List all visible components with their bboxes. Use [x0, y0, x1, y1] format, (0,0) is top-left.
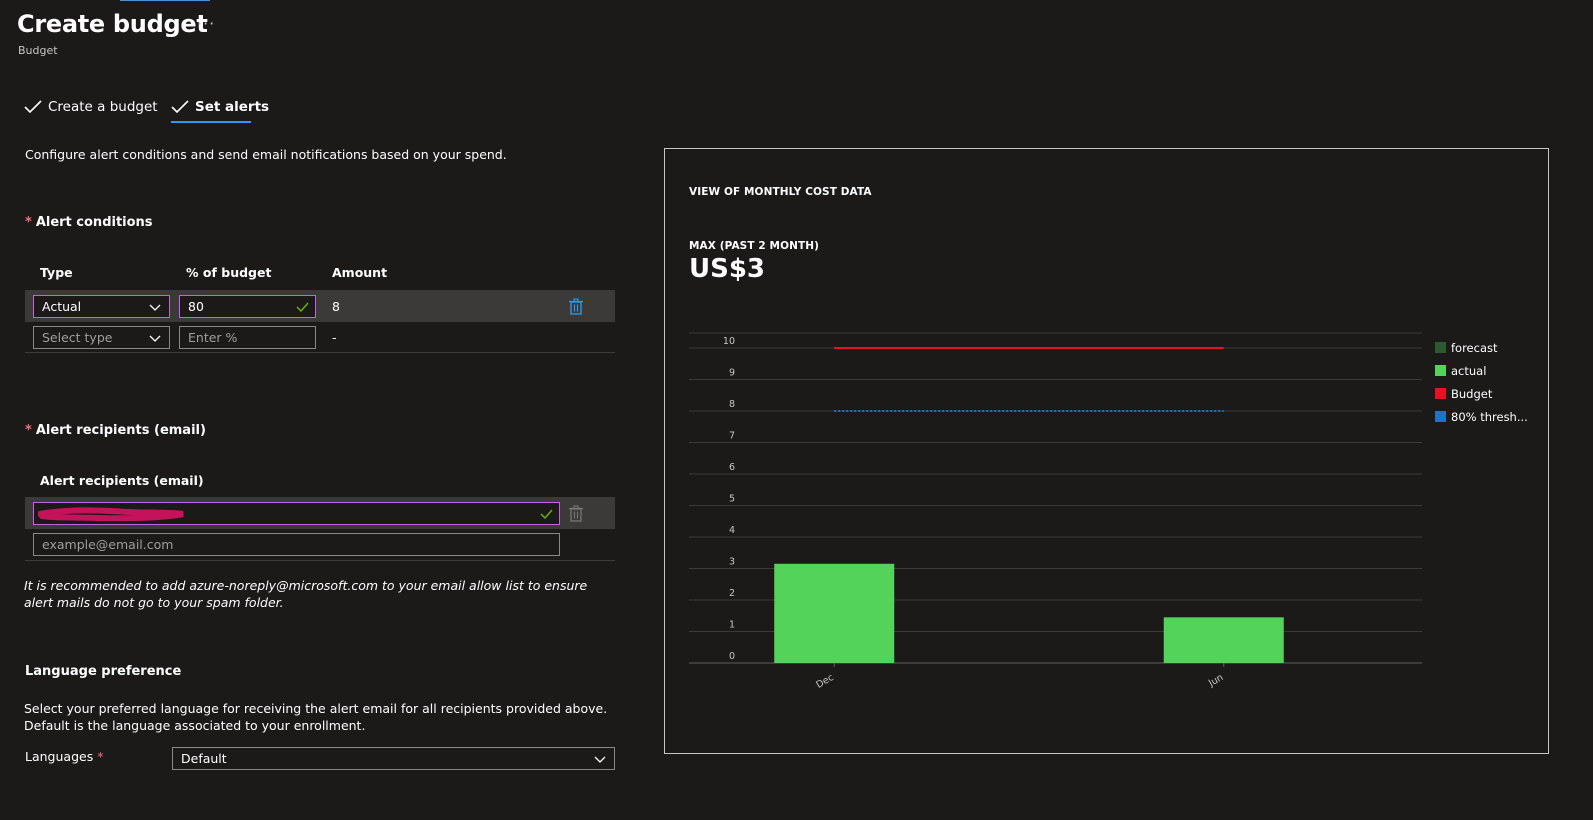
legend-label: actual — [1451, 363, 1487, 378]
input-placeholder: Enter % — [188, 330, 238, 345]
legend-swatch — [1435, 411, 1446, 422]
page-subtitle: Budget — [18, 44, 58, 57]
valid-checkmark-icon — [540, 509, 553, 519]
chart-heading: VIEW OF MONTHLY COST DATA — [689, 186, 872, 198]
select-value: Actual — [42, 299, 82, 314]
y-tick-label: 0 — [729, 651, 735, 662]
percent-of-budget-input[interactable]: 80 — [179, 295, 316, 318]
y-tick-label: 6 — [729, 462, 735, 473]
row-divider — [25, 352, 615, 353]
legend-label: Budget — [1451, 386, 1493, 401]
input-placeholder: example@email.com — [42, 537, 174, 552]
new-alert-type-select[interactable]: Select type — [33, 326, 170, 349]
y-tick-label: 9 — [729, 368, 735, 379]
more-options-button[interactable]: ··· — [197, 14, 215, 33]
required-indicator: * — [97, 749, 104, 764]
tab-label: Create a budget — [48, 99, 158, 115]
y-tick-label: 1 — [729, 620, 735, 631]
page-description: Configure alert conditions and send emai… — [25, 147, 507, 162]
checkmark-icon — [24, 100, 42, 114]
alert-recipients-heading: * Alert recipients (email) — [25, 423, 206, 438]
legend-label: forecast — [1451, 340, 1498, 355]
active-tab-indicator — [171, 121, 251, 123]
language-preference-heading: Language preference — [25, 664, 182, 679]
tab-create-a-budget[interactable]: Create a budget — [24, 96, 158, 118]
alert-type-select[interactable]: Actual — [33, 295, 170, 318]
field-label-text: Languages — [25, 749, 94, 764]
amount-value: 8 — [332, 299, 340, 314]
max-cost-value: US$3 — [689, 254, 766, 284]
legend-swatch — [1435, 388, 1446, 399]
languages-dropdown[interactable]: Default — [172, 747, 615, 770]
alert-conditions-heading: * Alert conditions — [25, 215, 153, 230]
redacted-email-scribble — [38, 506, 184, 521]
column-header-type: Type — [40, 265, 73, 280]
input-value: 80 — [188, 299, 204, 314]
x-tick-label: Dec — [814, 672, 835, 691]
tab-label: Set alerts — [195, 99, 270, 115]
legend-item-forecast[interactable]: forecast — [1435, 336, 1545, 359]
y-tick-label: 8 — [729, 399, 735, 410]
legend-label: 80% thresh... — [1451, 409, 1528, 424]
y-tick-label: 3 — [729, 557, 735, 568]
y-tick-label: 4 — [729, 525, 735, 536]
bar-actual — [1163, 617, 1284, 663]
legend-swatch — [1435, 365, 1446, 376]
legend-item-threshold[interactable]: 80% thresh... — [1435, 405, 1545, 428]
section-title-text: Alert recipients (email) — [35, 423, 206, 438]
delete-recipient-button[interactable] — [568, 505, 584, 522]
y-tick-label: 10 — [723, 336, 735, 347]
chart-legend: forecast actual Budget 80% thresh... — [1435, 336, 1545, 428]
chevron-down-icon — [149, 335, 161, 342]
legend-swatch — [1435, 342, 1446, 353]
tab-set-alerts[interactable]: Set alerts — [171, 96, 269, 118]
trash-icon — [569, 505, 583, 522]
column-header-percent: % of budget — [186, 265, 272, 280]
required-indicator: * — [25, 215, 32, 230]
bar-actual — [774, 563, 895, 663]
chevron-down-icon — [594, 756, 606, 763]
select-value: Default — [181, 751, 227, 766]
column-header-recipients: Alert recipients (email) — [40, 473, 204, 488]
language-description: Select your preferred language for recei… — [24, 701, 608, 733]
row-divider — [25, 560, 615, 561]
column-header-amount: Amount — [332, 265, 388, 280]
x-tick-label: Jun — [1206, 672, 1225, 689]
languages-label: Languages * — [25, 749, 107, 764]
chevron-down-icon — [149, 304, 161, 311]
new-recipient-email-input[interactable]: example@email.com — [33, 533, 560, 556]
email-allowlist-note: It is recommended to add azure-noreply@m… — [24, 578, 588, 610]
select-placeholder: Select type — [42, 330, 113, 345]
checkmark-icon — [171, 100, 189, 114]
y-tick-label: 7 — [729, 431, 735, 442]
legend-item-budget[interactable]: Budget — [1435, 382, 1545, 405]
valid-checkmark-icon — [296, 302, 309, 312]
amount-value: - — [332, 330, 337, 345]
new-percent-input[interactable]: Enter % — [179, 326, 316, 349]
y-tick-label: 2 — [729, 588, 735, 599]
page-title: Create budget — [17, 10, 208, 38]
cost-chart: 0 1 2 3 4 5 6 7 8 9 10 Dec Jun — [689, 332, 1422, 691]
trash-icon — [569, 298, 583, 315]
breadcrumb-link-fragment[interactable] — [120, 0, 210, 1]
recipient-email-input[interactable] — [33, 502, 560, 525]
delete-row-button[interactable] — [568, 298, 584, 315]
legend-item-actual[interactable]: actual — [1435, 359, 1545, 382]
required-indicator: * — [25, 423, 32, 438]
section-title-text: Alert conditions — [35, 215, 153, 230]
max-cost-label: MAX (PAST 2 MONTH) — [689, 240, 820, 252]
y-tick-label: 5 — [729, 494, 735, 505]
